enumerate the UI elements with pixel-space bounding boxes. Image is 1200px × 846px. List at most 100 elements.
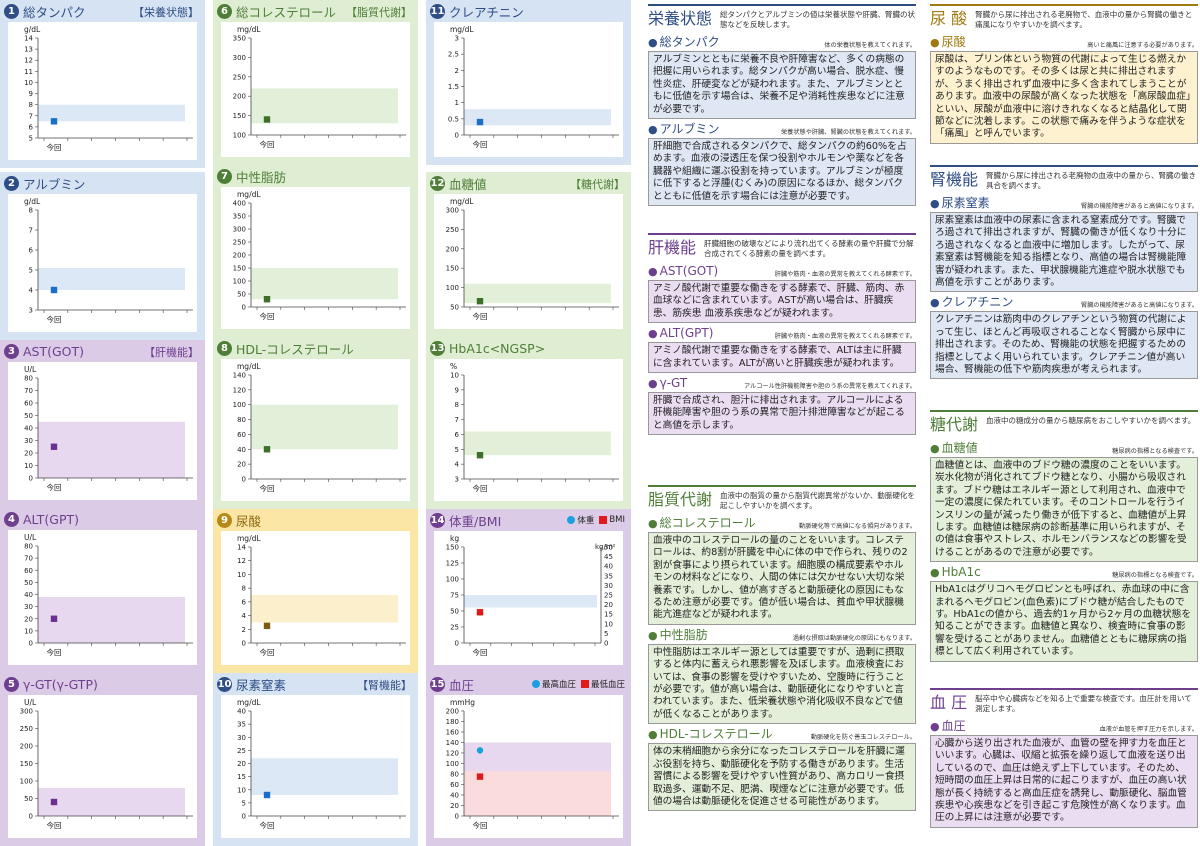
section-header: 尿 酸腎臓から尿に排出される老廃物で、血液中の量から腎臓の働きと痛風になりやすい… xyxy=(930,4,1198,32)
y-tick-label: 300 xyxy=(233,54,246,62)
y-tick-label: 10 xyxy=(450,372,459,380)
y-tick-label: 15 xyxy=(237,773,246,781)
chart-svg: mg/dL 100 150 200 250 300 350 今回 xyxy=(221,22,410,157)
data-point xyxy=(476,609,484,616)
y-tick-label: 160 xyxy=(446,729,459,737)
test-item-label: 血糖値 xyxy=(941,441,978,455)
data-point xyxy=(263,446,271,453)
data-point xyxy=(50,615,58,622)
test-item-header: ● 総コレステロール 動脈硬化等で高値になる傾向があります。 xyxy=(648,516,916,531)
chart-background xyxy=(434,359,623,501)
test-item-label: 総タンパク xyxy=(659,35,720,49)
chart-number-badge: 11 xyxy=(430,3,445,19)
y-tick-label: 300 xyxy=(233,226,246,234)
y-unit-label: mg/dL xyxy=(450,25,474,34)
y-tick-label: 200 xyxy=(233,93,246,101)
y-tick-label: 50 xyxy=(237,291,246,299)
bullet-icon: ● xyxy=(930,296,940,310)
y-tick-label: 120 xyxy=(233,386,246,394)
chart-tile-12: 12 血糖値 【糖代謝】 mg/dL 50 100 150 200 250 300 今回 xyxy=(426,172,631,337)
x-tick-label: 今回 xyxy=(260,647,275,657)
test-item-note: 肝臓や筋肉・血液の異常を教えてくれる酵素です。 xyxy=(774,271,916,278)
y-tick-label: 60 xyxy=(450,781,459,789)
y-tick-label: 0 xyxy=(242,813,246,821)
x-tick-label: 今回 xyxy=(47,482,62,492)
y-tick-label: 5 xyxy=(29,267,33,275)
y-unit-label: mg/dL xyxy=(237,362,261,371)
y-tick-label: 80 xyxy=(450,771,459,779)
y-tick-label: 0 xyxy=(242,304,246,312)
y-tick-label: 2 xyxy=(455,67,459,75)
section-uric: 尿 酸腎臓から尿に排出される老廃物で、血液中の量から腎臓の働きと痛風になりやすい… xyxy=(930,4,1198,144)
test-item-header: ● 尿素窒素 腎臓の機能障害があると高値になります。 xyxy=(930,196,1198,211)
test-item-name: ● γ-GT xyxy=(648,376,687,391)
test-item-description: 血糖値とは、血液中のブドウ糖の濃度のことをいいます。炭水化物が消化されてブドウ糖… xyxy=(930,457,1198,563)
chart-title: 総タンパク xyxy=(23,4,86,20)
data-point xyxy=(476,747,484,754)
chart-title: γ-GT(γ-GTP) xyxy=(23,676,98,692)
x-tick-label: 今回 xyxy=(47,314,62,324)
test-item-header: ● ALT(GPT) 肝臓や筋肉・血液の異常を教えてくれる酵素です。 xyxy=(648,326,916,341)
section-header: 腎機能 腎臓から尿に排出される老廃物の血液中の量から、腎臓の働き具合を調べます。 xyxy=(930,165,1198,193)
y-tick-label: 40 xyxy=(24,425,33,433)
chart-tile-10: 10 尿素窒素 【腎機能】 mg/dL 0 5 10 15 20 25 30 35 40 今回 xyxy=(213,673,418,846)
y-tick-label: 150 xyxy=(446,544,459,552)
test-item-description: 肝細胞で合成されるタンパクで、総タンパクの約60%を占めます。血液の浸透圧を保つ… xyxy=(648,138,916,207)
y2-tick-label: 25 xyxy=(604,592,613,600)
test-item-description: アルブミンとともに栄養不良や肝障害など、多くの病態の把握に用いられます。総タンパ… xyxy=(648,51,916,120)
y-tick-label: 0 xyxy=(242,640,246,648)
legend-label: BMI xyxy=(609,515,625,525)
y2-tick-label: 15 xyxy=(604,611,613,619)
chart-header: 5 γ-GT(γ-GTP) xyxy=(0,673,205,695)
y2-tick-label: 40 xyxy=(604,563,613,571)
y-tick-label: 20 xyxy=(24,450,33,458)
bullet-icon: ● xyxy=(648,36,658,49)
y-tick-label: 200 xyxy=(20,743,33,751)
y-unit-label: g/dL xyxy=(24,197,41,206)
reference-band-low xyxy=(464,771,611,816)
test-item-description: 尿酸は、プリン体という物質の代謝によって生じる燃えかすのようなものです。その多く… xyxy=(930,51,1198,144)
y-tick-label: 0 xyxy=(29,475,33,483)
chart-tile-5: 5 γ-GT(γ-GTP) U/L 0 50 100 150 200 250 300 今回 xyxy=(0,673,205,846)
test-item: ● クレアチニン 腎臓の機能障害があると高値になります。 クレアチニンは筋肉中のクレア… xyxy=(930,295,1198,380)
chart-number-badge: 9 xyxy=(217,512,232,528)
y-tick-label: 100 xyxy=(446,576,459,584)
y-tick-label: 75 xyxy=(450,592,459,600)
chart-number-badge: 8 xyxy=(217,340,232,356)
test-item-note: 糖尿病の指標となる検査です。 xyxy=(1112,572,1198,580)
y2-tick-label: 45 xyxy=(604,553,613,561)
y-tick-label: 30 xyxy=(24,437,33,445)
test-item-header: ● γ-GT アルコール性肝機能障害や胆のう系の異常を教えてくれます。 xyxy=(648,376,916,391)
y-unit-label: mg/dL xyxy=(450,197,474,206)
test-item-note: 腎臓の機能障害があると高値になります。 xyxy=(1081,203,1198,210)
reference-band xyxy=(251,758,398,795)
chart-title: AST(GOT) xyxy=(23,343,85,359)
y-tick-label: 140 xyxy=(446,739,459,747)
test-item-label: 血圧 xyxy=(941,719,966,733)
y-tick-label: 40 xyxy=(450,792,459,800)
y-tick-label: 80 xyxy=(237,416,246,424)
test-item: ● 総タンパク 体の栄養状態を教えてくれます。 アルブミンとともに栄養不良や肝障害など… xyxy=(648,35,916,120)
chart-svg: g/dL 3 4 5 6 7 8 今回 xyxy=(8,194,197,332)
data-point xyxy=(50,286,58,294)
y-tick-label: 13 xyxy=(24,46,33,54)
section-sugar: 糖代謝 血液中の糖成分の量から糖尿病をおこしやすいかを調べます。 ● 血糖値 糖尿病の指… xyxy=(930,410,1198,662)
test-item-note: 動脈硬化等で高値になる傾向があります。 xyxy=(799,523,916,530)
bullet-icon: ● xyxy=(930,720,940,733)
y-tick-label: 250 xyxy=(446,226,459,234)
y-unit-label: % xyxy=(450,362,457,371)
test-item-name: ● AST(GOT) xyxy=(648,264,718,279)
test-item-header: ● クレアチニン 腎臓の機能障害があると高値になります。 xyxy=(930,295,1198,310)
y-tick-label: 3 xyxy=(29,307,33,315)
y-tick-label: 180 xyxy=(446,718,459,726)
y-tick-label: 35 xyxy=(237,721,246,729)
chart-tile-15: 15 血圧 最高血圧 最低血圧 mmHg 0 20 40 60 80 100 120 140 160 180… xyxy=(426,673,631,846)
y2-tick-label: 50 xyxy=(604,544,613,552)
test-item: ● アルブミン 栄養状態や肝臓、腎臓の状態を教えてくれます。 肝細胞で合成されるタンパ… xyxy=(648,122,916,207)
chart-tile-11: 11 クレアチニン mg/dL 0 0.5 1 1.5 2 2.5 3 今回 xyxy=(426,0,631,165)
data-point xyxy=(476,118,484,126)
chart-tile-2: 2 アルブミン g/dL 3 4 5 6 7 8 今回 xyxy=(0,172,205,340)
y-tick-label: 2.5 xyxy=(448,51,459,59)
reference-band xyxy=(38,788,185,816)
chart-category: 【脂質代謝】 xyxy=(346,6,412,19)
